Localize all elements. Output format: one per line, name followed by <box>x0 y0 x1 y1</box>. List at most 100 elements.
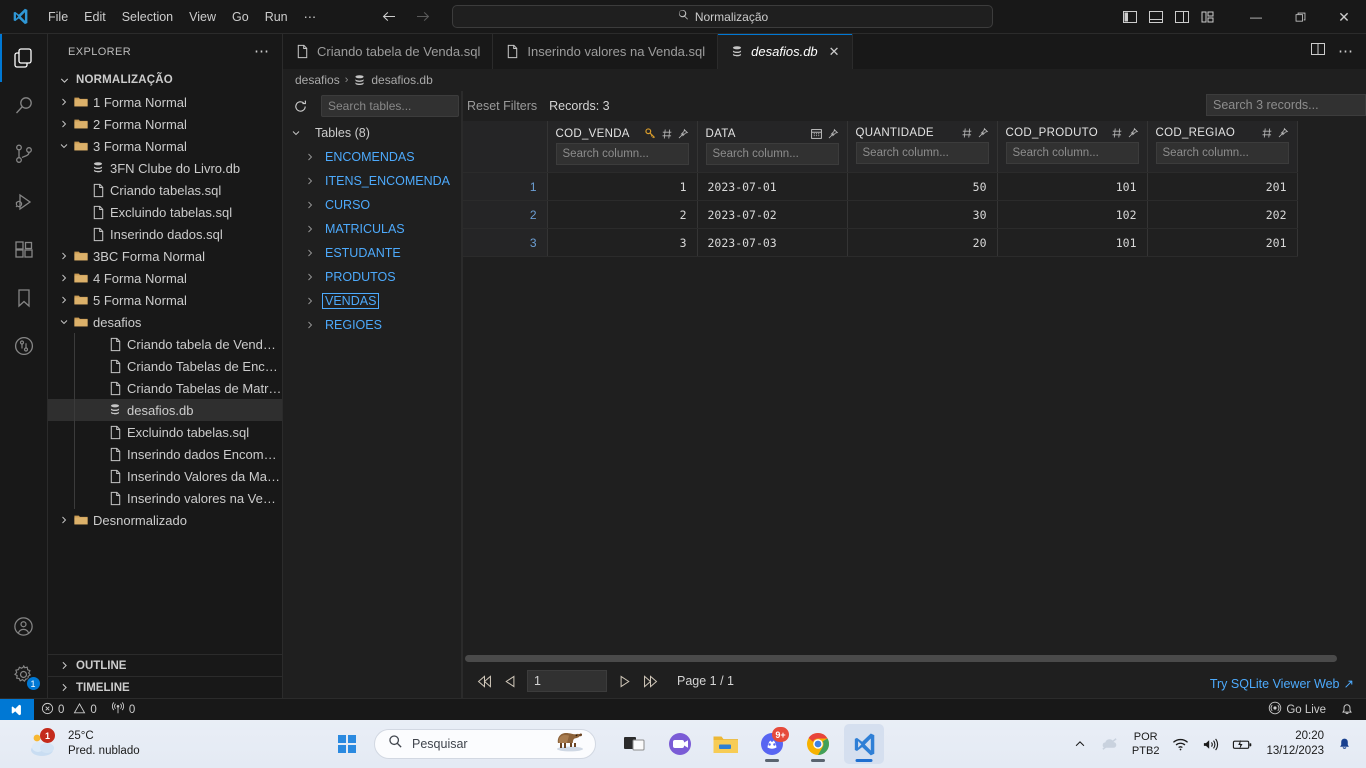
volume-icon[interactable] <box>1202 737 1219 752</box>
column-search-input[interactable] <box>855 142 989 164</box>
arrow-right-icon[interactable] <box>414 8 432 26</box>
table-cell[interactable]: 101 <box>997 228 1148 257</box>
sidebar-item-git-graph[interactable] <box>0 322 48 370</box>
sidebar-item-explorer[interactable] <box>0 34 48 82</box>
table-cell[interactable]: 20 <box>847 228 998 257</box>
settings-gear-icon[interactable]: 1 <box>0 650 48 698</box>
windows-start-icon[interactable] <box>330 727 364 761</box>
refresh-icon[interactable] <box>287 94 313 118</box>
horizontal-scrollbar[interactable] <box>463 652 1366 664</box>
row-number[interactable]: 1 <box>463 172 548 201</box>
table-cell[interactable]: 2023-07-01 <box>697 172 848 201</box>
language-indicator[interactable]: POR PTB2 <box>1132 730 1160 758</box>
taskbar-app-vscode[interactable] <box>844 724 884 764</box>
command-center[interactable]: Normalização <box>452 5 993 28</box>
tree-file-row[interactable]: Criando tabelas.sql <box>48 179 282 201</box>
chevron-right-icon[interactable] <box>297 271 323 283</box>
chevron-right-icon[interactable] <box>297 175 323 187</box>
table-list-item[interactable]: CURSO <box>283 193 462 217</box>
next-page-icon[interactable] <box>611 669 637 693</box>
table-list-item[interactable]: VENDAS <box>283 289 462 313</box>
pane-resizer[interactable] <box>461 91 462 698</box>
number-icon[interactable] <box>1261 127 1273 139</box>
prev-page-icon[interactable] <box>497 669 523 693</box>
number-icon[interactable] <box>961 127 973 139</box>
chevron-right-icon[interactable] <box>297 223 323 235</box>
tree-folder-row[interactable]: 4 Forma Normal <box>48 267 282 289</box>
split-editor-icon[interactable] <box>1310 41 1326 62</box>
editor-tab[interactable]: Inserindo valores na Venda.sql <box>493 34 719 69</box>
cloud-off-icon[interactable] <box>1100 736 1119 752</box>
table-cell[interactable]: 3 <box>547 228 698 257</box>
table-row[interactable]: 2 2 2023-07-02 30 102 202 <box>463 200 1298 229</box>
search-tables-input[interactable] <box>321 95 459 117</box>
menu-selection[interactable]: Selection <box>114 7 181 27</box>
tree-folder-row[interactable]: 3BC Forma Normal <box>48 245 282 267</box>
chevron-right-icon[interactable] <box>297 319 323 331</box>
clock-widget[interactable]: 20:20 13/12/2023 <box>1266 729 1324 759</box>
pin-icon[interactable] <box>677 128 689 140</box>
weather-widget[interactable]: 1 25°C Pred. nublado <box>0 728 330 759</box>
last-page-icon[interactable] <box>637 669 663 693</box>
number-icon[interactable] <box>661 128 673 140</box>
column-header[interactable]: COD_PRODUTO <box>997 121 1148 173</box>
column-search-input[interactable] <box>1155 142 1289 164</box>
breadcrumb-item-folder[interactable]: desafios <box>295 73 340 87</box>
column-header[interactable]: COD_VENDA <box>547 121 698 173</box>
menu-view[interactable]: View <box>181 7 224 27</box>
reset-filters-button[interactable]: Reset Filters <box>467 99 537 113</box>
calendar-icon[interactable] <box>810 127 823 140</box>
page-number-input[interactable] <box>527 670 607 692</box>
menu-run[interactable]: Run <box>257 7 296 27</box>
tree-file-row[interactable]: Criando Tabelas de Matricul... <box>48 377 282 399</box>
chevron-right-icon[interactable] <box>297 295 323 307</box>
toggle-primary-sidebar-icon[interactable] <box>1121 9 1138 26</box>
table-list-item[interactable]: ENCOMENDAS <box>283 145 462 169</box>
table-list-item[interactable]: ESTUDANTE <box>283 241 462 265</box>
menu-go[interactable]: Go <box>224 7 257 27</box>
chevron-right-icon[interactable] <box>297 247 323 259</box>
table-cell[interactable]: 50 <box>847 172 998 201</box>
number-icon[interactable] <box>1111 127 1123 139</box>
tree-folder-row[interactable]: 5 Forma Normal <box>48 289 282 311</box>
toggle-panel-icon[interactable] <box>1147 9 1164 26</box>
toggle-secondary-sidebar-icon[interactable] <box>1173 9 1190 26</box>
chevron-right-icon[interactable] <box>297 151 323 163</box>
tree-folder-row[interactable]: Desnormalizado <box>48 509 282 531</box>
tree-file-row[interactable]: desafios.db <box>48 399 282 421</box>
section-timeline[interactable]: TIMELINE <box>48 676 282 698</box>
taskbar-app-teams[interactable] <box>660 724 700 764</box>
menu-bar[interactable]: File Edit Selection View Go Run ⋯ <box>40 6 324 27</box>
tree-file-row[interactable]: Inserindo dados Encomend... <box>48 443 282 465</box>
remote-window-icon[interactable] <box>0 698 34 721</box>
row-number[interactable]: 2 <box>463 200 548 229</box>
row-number[interactable]: 3 <box>463 228 548 257</box>
taskbar-app-discord[interactable]: 9+ <box>752 724 792 764</box>
column-header[interactable]: DATA <box>697 121 848 173</box>
sidebar-item-extensions[interactable] <box>0 226 48 274</box>
tree-file-row[interactable]: Criando tabela de Venda.sql <box>48 333 282 355</box>
column-header[interactable]: QUANTIDADE <box>847 121 998 173</box>
editor-tab[interactable]: Criando tabela de Venda.sql <box>283 34 494 69</box>
chevron-right-icon[interactable] <box>297 199 323 211</box>
table-list-item[interactable]: REGIOES <box>283 313 462 337</box>
column-search-input[interactable] <box>555 143 689 165</box>
tree-file-row[interactable]: Excluindo tabelas.sql <box>48 201 282 223</box>
sidebar-item-bookmarks[interactable] <box>0 274 48 322</box>
tree-file-row[interactable]: 3FN Clube do Livro.db <box>48 157 282 179</box>
tree-folder-row[interactable]: 2 Forma Normal <box>48 113 282 135</box>
workspace-root-row[interactable]: NORMALIZAÇÃO <box>48 69 282 91</box>
table-list-item[interactable]: ITENS_ENCOMENDA <box>283 169 462 193</box>
table-cell[interactable]: 201 <box>1147 228 1298 257</box>
pin-icon[interactable] <box>1277 127 1289 139</box>
tree-file-row[interactable]: Inserindo valores na Venda.... <box>48 487 282 509</box>
taskbar-app-chrome[interactable] <box>798 724 838 764</box>
explorer-more-actions-icon[interactable]: ⋯ <box>254 44 270 59</box>
table-cell[interactable]: 201 <box>1147 172 1298 201</box>
close-button[interactable]: ✕ <box>1322 0 1366 34</box>
minimize-button[interactable]: — <box>1234 0 1278 34</box>
accounts-icon[interactable] <box>0 602 48 650</box>
table-cell[interactable]: 30 <box>847 200 998 229</box>
go-live-button[interactable]: Go Live <box>1261 699 1333 721</box>
tree-folder-row[interactable]: desafios <box>48 311 282 333</box>
